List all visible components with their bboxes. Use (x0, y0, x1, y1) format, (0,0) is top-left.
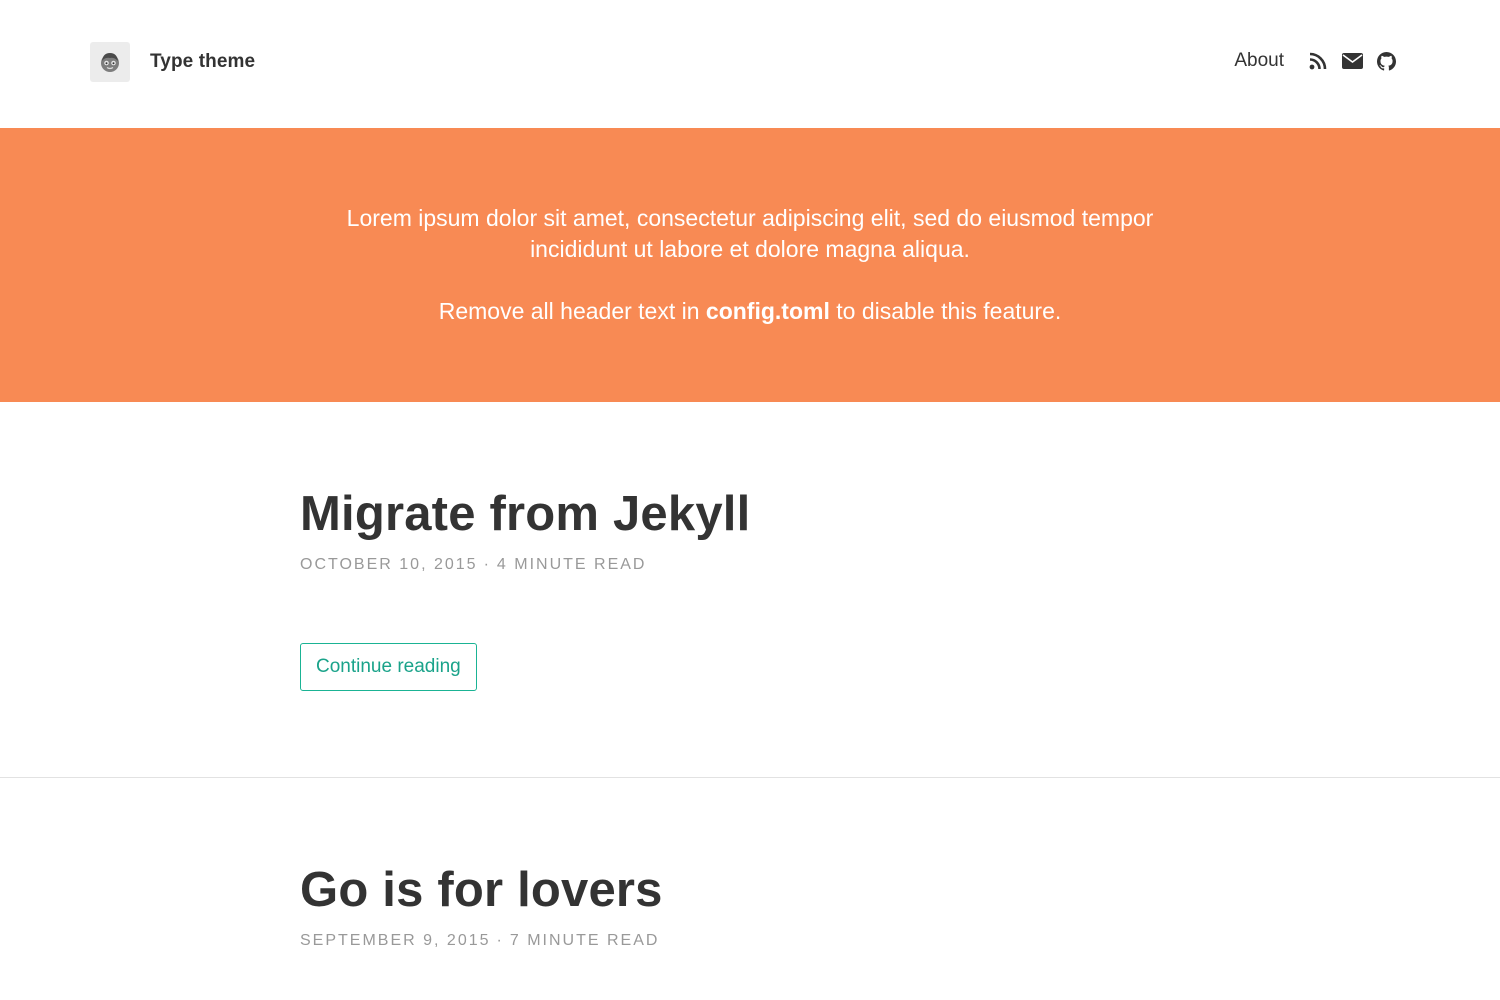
nav-link-about[interactable]: About (1234, 50, 1284, 72)
site-header: Type theme About (0, 0, 1500, 128)
envelope-icon[interactable] (1340, 49, 1364, 73)
continue-reading-button[interactable]: Continue reading (300, 643, 477, 691)
post-meta: September 9, 2015 · 7 minute read (300, 932, 1500, 950)
post-reading-time: 7 minute read (509, 932, 660, 949)
github-icon[interactable] (1374, 49, 1398, 73)
nav-links: About (1234, 47, 1398, 75)
post-meta: October 10, 2015 · 4 minute read (300, 556, 1500, 574)
post-title-link[interactable]: Go is for lovers (300, 862, 663, 918)
post-item: Go is for lovers September 9, 2015 · 7 m… (0, 778, 1500, 950)
post-date: September 9, 2015 (300, 932, 491, 949)
post-date: October 10, 2015 (300, 556, 478, 573)
hero-note-prefix: Remove all header text in (438, 298, 706, 324)
post-meta-separator: · (483, 556, 491, 573)
post-meta-separator: · (496, 932, 504, 949)
hero-note-file: config.toml (705, 298, 830, 324)
hero-description: Lorem ipsum dolor sit amet, consectetur … (346, 205, 1154, 262)
hero-note-suffix: to disable this feature. (829, 298, 1062, 324)
avatar (90, 42, 130, 82)
post-reading-time: 4 minute read (496, 556, 647, 573)
rss-icon[interactable] (1306, 49, 1330, 73)
avatar-face-icon (101, 53, 119, 72)
site-title: Type theme (150, 51, 256, 72)
hero-banner: Lorem ipsum dolor sit amet, consectetur … (0, 128, 1500, 402)
post-item: Migrate from Jekyll October 10, 2015 · 4… (0, 402, 1500, 778)
post-title-link[interactable]: Migrate from Jekyll (300, 486, 750, 542)
site-brand-link[interactable]: Type theme (90, 42, 255, 82)
hero-note: Remove all header text in config.toml to… (439, 296, 1062, 327)
